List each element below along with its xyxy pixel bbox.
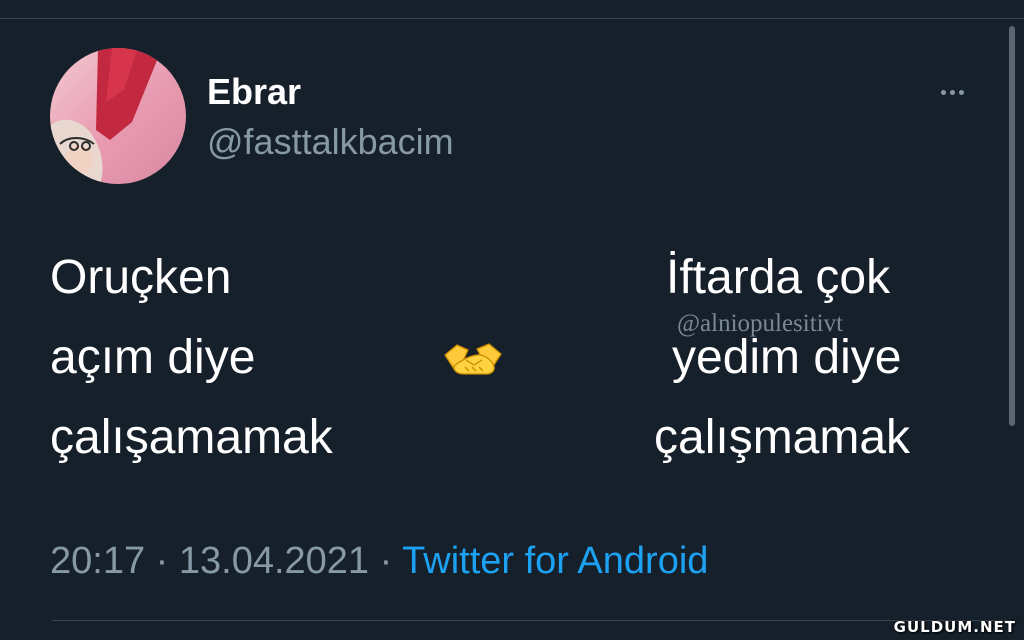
tweet-date[interactable]: 13.04.2021 <box>179 540 369 582</box>
tweet-line: Oruçken <box>50 251 232 304</box>
tweet-source-link[interactable]: Twitter for Android <box>402 540 708 582</box>
more-options-button[interactable] <box>928 80 976 104</box>
tweet-line: açım diye <box>50 331 256 384</box>
site-logo: GULDUM.NET <box>893 618 1016 636</box>
tweet-line: yedim diye <box>672 331 902 384</box>
bottom-divider <box>52 620 1012 621</box>
tweet-meta: 20:17 · 13.04.2021 · Twitter for Android <box>50 538 708 584</box>
scrollbar[interactable] <box>1009 26 1015 426</box>
meta-separator: · <box>155 540 169 582</box>
more-icon <box>940 89 946 95</box>
avatar[interactable] <box>50 48 186 184</box>
tweet-time[interactable]: 20:17 <box>50 540 145 582</box>
meta-separator: · <box>379 540 393 582</box>
top-divider <box>0 18 1024 19</box>
tweet-line: çalışamamak <box>50 411 333 464</box>
user-handle[interactable]: @fasttalkbacim <box>207 121 454 163</box>
tweet-line: çalışmamak <box>654 411 911 464</box>
tweet-line: İftarda çok <box>666 251 891 304</box>
display-name[interactable]: Ebrar <box>207 71 301 113</box>
handshake-icon <box>444 343 502 375</box>
